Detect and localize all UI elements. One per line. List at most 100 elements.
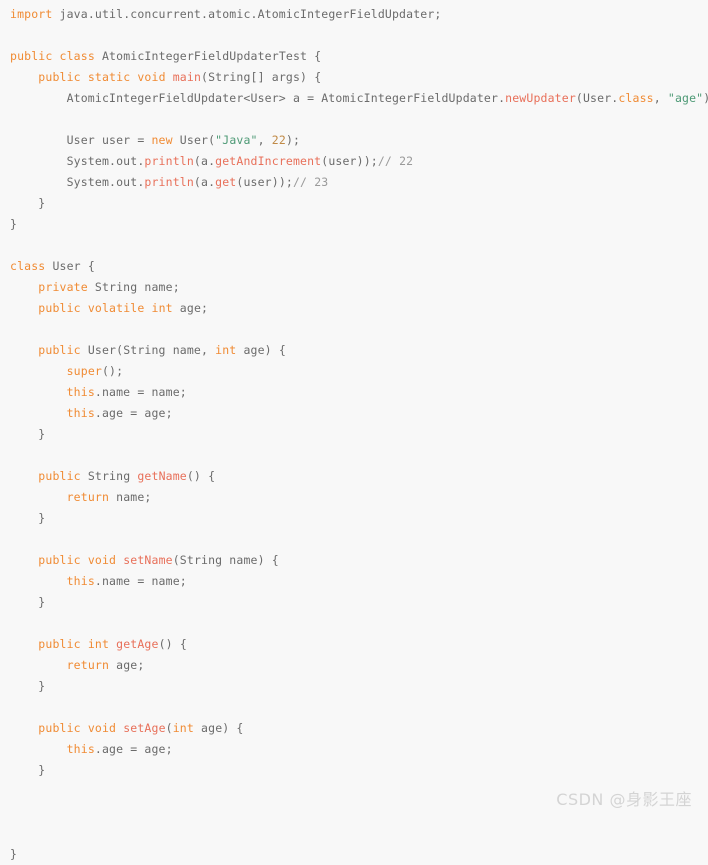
code-line: this.age = age;: [0, 403, 708, 424]
code-token-plain: User(: [172, 133, 216, 147]
code-token-method: get: [215, 175, 237, 189]
code-line: public void setAge(int age) {: [0, 718, 708, 739]
code-token-keyword: this: [66, 742, 95, 756]
code-token-plain: age;: [109, 658, 145, 672]
code-line: public class AtomicIntegerFieldUpdaterTe…: [0, 46, 708, 67]
code-token-keyword: int: [87, 637, 110, 651]
code-line: System.out.println(a.get(user));// 23: [0, 172, 708, 193]
code-viewer[interactable]: import java.util.concurrent.atomic.Atomi…: [0, 0, 708, 865]
code-line: public String getName() {: [0, 466, 708, 487]
code-token-plain: }: [10, 847, 18, 861]
code-line: class User {: [0, 256, 708, 277]
code-token-plain: }: [10, 763, 46, 777]
code-token-method: getAge: [116, 637, 159, 651]
code-line: }: [0, 508, 708, 529]
code-token-comment: // 22: [377, 154, 414, 168]
code-token-plain: AtomicIntegerFieldUpdater<User> a = Atom…: [10, 91, 506, 105]
code-token-plain: }: [10, 679, 46, 693]
code-line: public User(String name, int age) {: [0, 340, 708, 361]
code-line: this.age = age;: [0, 739, 708, 760]
code-token-string: "age": [667, 91, 704, 105]
code-token-plain: .age = age;: [94, 406, 173, 420]
code-token-method: println: [144, 154, 194, 168]
code-token-keyword: private: [38, 280, 88, 294]
code-token-keyword: int: [215, 343, 237, 357]
code-token-plain: System.out.: [10, 154, 145, 168]
code-token-plain: ();: [101, 364, 124, 378]
code-token-keyword: class: [618, 91, 654, 105]
code-token-keyword: this: [66, 406, 95, 420]
code-token-plain: }: [10, 511, 46, 525]
code-line: }: [0, 193, 708, 214]
code-token-plain: String: [80, 469, 138, 483]
code-line: return age;: [0, 655, 708, 676]
code-line: }: [0, 424, 708, 445]
code-token-keyword: super: [66, 364, 102, 378]
code-token-plain: () {: [158, 637, 187, 651]
code-token-plain: age;: [172, 301, 209, 315]
code-line: import java.util.concurrent.atomic.Atomi…: [0, 4, 708, 25]
code-line: AtomicIntegerFieldUpdater<User> a = Atom…: [0, 88, 708, 109]
code-line: }: [0, 760, 708, 781]
code-token-keyword: int: [172, 721, 194, 735]
code-token-plain: (user));: [236, 175, 293, 189]
code-token-plain: System.out.: [10, 175, 145, 189]
csdn-watermark: CSDN @身影王座: [556, 790, 692, 809]
code-token-keyword: int: [151, 301, 173, 315]
code-token-keyword: this: [66, 574, 95, 588]
code-line: }: [0, 214, 708, 235]
code-line: }: [0, 592, 708, 613]
code-token-method: main: [172, 70, 202, 84]
code-token-keyword: public: [38, 553, 81, 567]
code-token-keyword: public: [38, 721, 81, 735]
code-token-keyword: return: [66, 490, 110, 504]
code-token-plain: name;: [109, 490, 152, 504]
code-token-plain: );: [285, 133, 301, 147]
code-token-keyword: new: [151, 133, 173, 147]
code-token-plain: User {: [45, 259, 95, 273]
code-token-keyword: public: [38, 469, 81, 483]
code-token-keyword: public: [10, 49, 53, 63]
code-token-keyword: public: [38, 637, 81, 651]
code-line: super();: [0, 361, 708, 382]
code-token-keyword: class: [59, 49, 95, 63]
code-token-method: getName: [137, 469, 187, 483]
code-line: public void setName(String name) {: [0, 550, 708, 571]
code-token-keyword: public: [38, 70, 81, 84]
code-token-number: 22: [271, 133, 286, 147]
code-token-plain: (User.: [575, 91, 619, 105]
code-line: public static void main(String[] args) {: [0, 67, 708, 88]
code-token-plain: ,: [257, 133, 272, 147]
code-token-plain: }: [10, 595, 46, 609]
code-token-plain: User user =: [10, 133, 152, 147]
code-token-method: setAge: [123, 721, 166, 735]
code-token-plain: java.util.concurrent.atomic.AtomicIntege…: [52, 7, 442, 21]
code-token-string: "Java": [215, 133, 258, 147]
code-token-plain: }: [10, 217, 18, 231]
code-token-keyword: volatile: [87, 301, 145, 315]
code-line: User user = new User("Java", 22);: [0, 130, 708, 151]
code-line: System.out.println(a.getAndIncrement(use…: [0, 151, 708, 172]
code-token-plain: (a.: [193, 175, 216, 189]
code-token-keyword: public: [38, 301, 81, 315]
code-token-plain: age) {: [236, 343, 286, 357]
code-token-plain: }: [10, 196, 46, 210]
code-token-keyword: class: [10, 259, 46, 273]
code-token-plain: (String[] args) {: [201, 70, 322, 84]
